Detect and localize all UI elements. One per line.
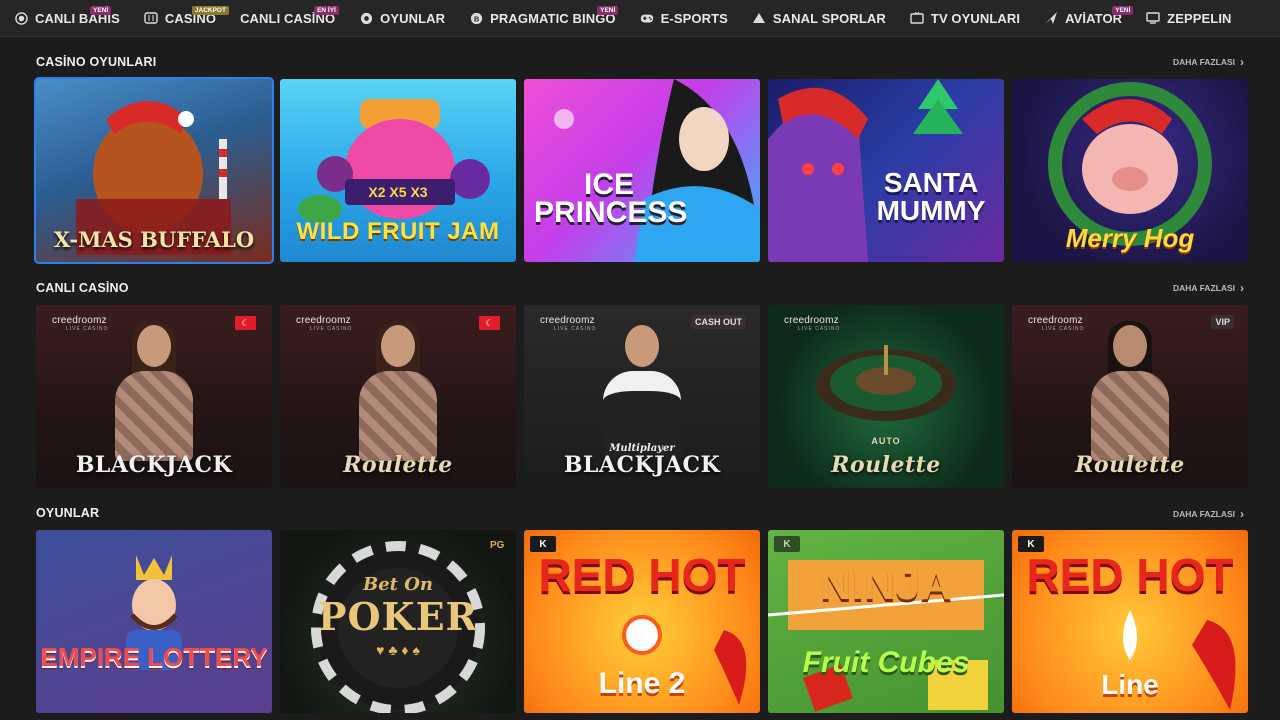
svg-text:PG: PG bbox=[490, 540, 505, 551]
game-subtitle: Fruit Cubes bbox=[802, 646, 970, 679]
controller-icon bbox=[640, 11, 654, 25]
turkey-flag-icon: ☾ bbox=[479, 316, 500, 330]
nav-item-casino[interactable]: CASİNO JACKPOT bbox=[144, 0, 229, 37]
game-card-merry-hog[interactable]: Merry Hog bbox=[1012, 79, 1248, 262]
jackpot-badge: JACKPOT bbox=[191, 5, 229, 15]
nav-item-oyunlar[interactable]: OYUNLAR bbox=[359, 0, 445, 37]
game-title: RED HOT bbox=[538, 549, 746, 601]
more-label: DAHA FAZLASI bbox=[1172, 57, 1235, 67]
chevron-right-icon: › bbox=[1240, 55, 1244, 69]
game-card-wild-fruit-jam[interactable]: X2 X5 X3 WILD FRUIT JAM bbox=[280, 79, 516, 262]
section-title-casino: CASİNO OYUNLARI bbox=[36, 55, 157, 69]
game-title: ICE PRINCESS bbox=[534, 168, 688, 229]
live-icon bbox=[14, 11, 28, 25]
game-title: NINJA bbox=[819, 560, 953, 609]
nav-item-pragmatic-bingo[interactable]: B PRAGMATIC BINGO YENİ bbox=[469, 0, 619, 37]
tv-icon bbox=[910, 11, 924, 25]
more-label: DAHA FAZLASI bbox=[1172, 509, 1235, 519]
top-navigation: CANLI BAHİS YENİ CASİNO JACKPOT CANLI CA… bbox=[0, 0, 1280, 37]
new-badge: YENİ bbox=[90, 5, 112, 15]
nav-label: ZEPPELIN bbox=[1167, 10, 1232, 26]
game-title: POKER bbox=[317, 594, 479, 639]
nav-label: E-SPORTS bbox=[660, 10, 728, 26]
nav-item-tv-oyunlari[interactable]: TV OYUNLARI bbox=[910, 0, 1020, 37]
live-card-vip-roulette[interactable]: creedroomz LIVE CASINO VIP Roulette bbox=[1012, 305, 1248, 488]
game-title: WILD FRUIT JAM bbox=[296, 218, 500, 245]
nav-label: OYUNLAR bbox=[380, 10, 446, 26]
game-title: Roulette bbox=[343, 452, 453, 478]
section-title-games: OYUNLAR bbox=[36, 506, 100, 520]
more-link-live[interactable]: DAHA FAZLASI › bbox=[1172, 281, 1244, 295]
nav-item-aviator[interactable]: AVİATOR YENİ bbox=[1044, 0, 1134, 37]
game-card-bet-on-poker[interactable]: PG Bet On POKER ♥ ♣ ♦ ♠ bbox=[280, 530, 516, 713]
new-badge: YENİ bbox=[1112, 5, 1134, 15]
live-card-multiplayer-blackjack[interactable]: creedroomz LIVE CASINO CASH OUT Multiplay… bbox=[524, 305, 760, 488]
more-label: DAHA FAZLASI bbox=[1172, 283, 1235, 293]
dealer-image bbox=[1091, 321, 1169, 465]
games-row: EMPIRE LOTTERY PG Bet On POKER ♥ ♣ ♦ ♠ K… bbox=[36, 530, 1248, 713]
provider-logo: creedroomz LIVE CASINO bbox=[1028, 315, 1085, 332]
more-link-games[interactable]: DAHA FAZLASI › bbox=[1172, 507, 1244, 521]
game-title: RED HOT bbox=[1026, 549, 1234, 601]
chevron-right-icon: › bbox=[1240, 281, 1244, 295]
multiplier-text: X2 X5 X3 bbox=[368, 184, 428, 200]
provider-logo: creedroomz LIVE CASINO bbox=[296, 315, 353, 332]
cash-out-badge: CASH OUT bbox=[691, 315, 746, 329]
vip-badge: VIP bbox=[1211, 315, 1234, 329]
more-link-casino[interactable]: DAHA FAZLASI › bbox=[1172, 55, 1244, 69]
live-casino-row: creedroomz LIVE CASINO ☾ BLACKJACK creedr… bbox=[36, 305, 1248, 488]
game-subtitle: Line bbox=[1101, 669, 1159, 700]
gamepad-icon bbox=[359, 11, 373, 25]
game-card-red-hot-line-2[interactable]: K RED HOT Line 2 bbox=[524, 530, 760, 713]
empire-lottery-art bbox=[126, 555, 182, 670]
game-card-empire-lottery[interactable]: EMPIRE LOTTERY bbox=[36, 530, 272, 713]
live-card-blackjack-1[interactable]: creedroomz LIVE CASINO ☾ BLACKJACK bbox=[36, 305, 272, 488]
nav-item-sanal-sporlar[interactable]: SANAL SPORLAR bbox=[752, 0, 886, 37]
nav-item-canli-bahis[interactable]: CANLI BAHİS YENİ bbox=[14, 0, 120, 37]
game-card-santa-mummy[interactable]: SANTA MUMMY bbox=[768, 79, 1004, 262]
provider-logo: creedroomz LIVE CASINO bbox=[540, 315, 597, 332]
monitor-icon bbox=[1146, 11, 1160, 25]
bingo-icon: B bbox=[469, 11, 483, 25]
game-subtitle: Line 2 bbox=[598, 667, 686, 700]
ninja-fruit-art bbox=[768, 530, 1004, 713]
svg-text:B: B bbox=[473, 14, 479, 23]
slot-icon bbox=[144, 11, 158, 25]
live-card-auto-roulette[interactable]: creedroomz LIVE CASINO AUTO Roulette bbox=[768, 305, 1004, 488]
nav-item-esports[interactable]: E-SPORTS bbox=[640, 0, 728, 37]
dealer-image bbox=[115, 321, 193, 465]
game-card-xmas-buffalo[interactable]: X-MAS BUFFALO bbox=[34, 77, 274, 264]
nav-label: SANAL SPORLAR bbox=[772, 10, 886, 26]
live-card-roulette-1[interactable]: creedroomz LIVE CASINO ☾ Roulette bbox=[280, 305, 516, 488]
nav-item-zeppelin[interactable]: ZEPPELIN bbox=[1146, 0, 1231, 37]
plane-icon bbox=[1044, 11, 1058, 25]
game-title: SANTA MUMMY bbox=[876, 167, 986, 226]
section-title-live: CANLI CASİNO bbox=[36, 281, 129, 295]
game-title: BLACKJACK bbox=[563, 452, 721, 478]
game-card-ninja-fruit-cubes[interactable]: K NINJA Fruit Cubes bbox=[768, 530, 1004, 713]
casino-games-row: X-MAS BUFFALO X2 X5 X3 WILD FRUIT JAM IC… bbox=[34, 77, 1248, 264]
virtual-sports-icon bbox=[752, 11, 766, 25]
nav-label: TV OYUNLARI bbox=[930, 10, 1021, 26]
chevron-right-icon: › bbox=[1240, 507, 1244, 521]
best-badge: EN İYİ bbox=[314, 5, 339, 15]
turkey-flag-icon: ☾ bbox=[235, 316, 256, 330]
game-title: Roulette bbox=[831, 452, 941, 478]
dealer-image bbox=[359, 321, 437, 465]
game-subtitle: Bet On bbox=[362, 574, 433, 595]
game-title: X-MAS BUFFALO bbox=[53, 227, 255, 252]
game-title: Merry Hog bbox=[1065, 223, 1195, 253]
new-badge: YENİ bbox=[597, 5, 619, 15]
game-card-ice-princess[interactable]: ICE PRINCESS bbox=[524, 79, 760, 262]
provider-logo: creedroomz LIVE CASINO bbox=[52, 315, 109, 332]
nav-item-canli-casino[interactable]: CANLI CASİNO EN İYİ bbox=[240, 0, 339, 37]
game-title: BLACKJACK bbox=[75, 452, 233, 478]
game-title: EMPIRE LOTTERY bbox=[40, 642, 268, 672]
game-title: Roulette bbox=[1075, 452, 1185, 478]
suits-icon: ♥ ♣ ♦ ♠ bbox=[376, 642, 420, 658]
game-subtitle: AUTO bbox=[871, 436, 901, 446]
game-card-red-hot-line[interactable]: K RED HOT Line bbox=[1012, 530, 1248, 713]
